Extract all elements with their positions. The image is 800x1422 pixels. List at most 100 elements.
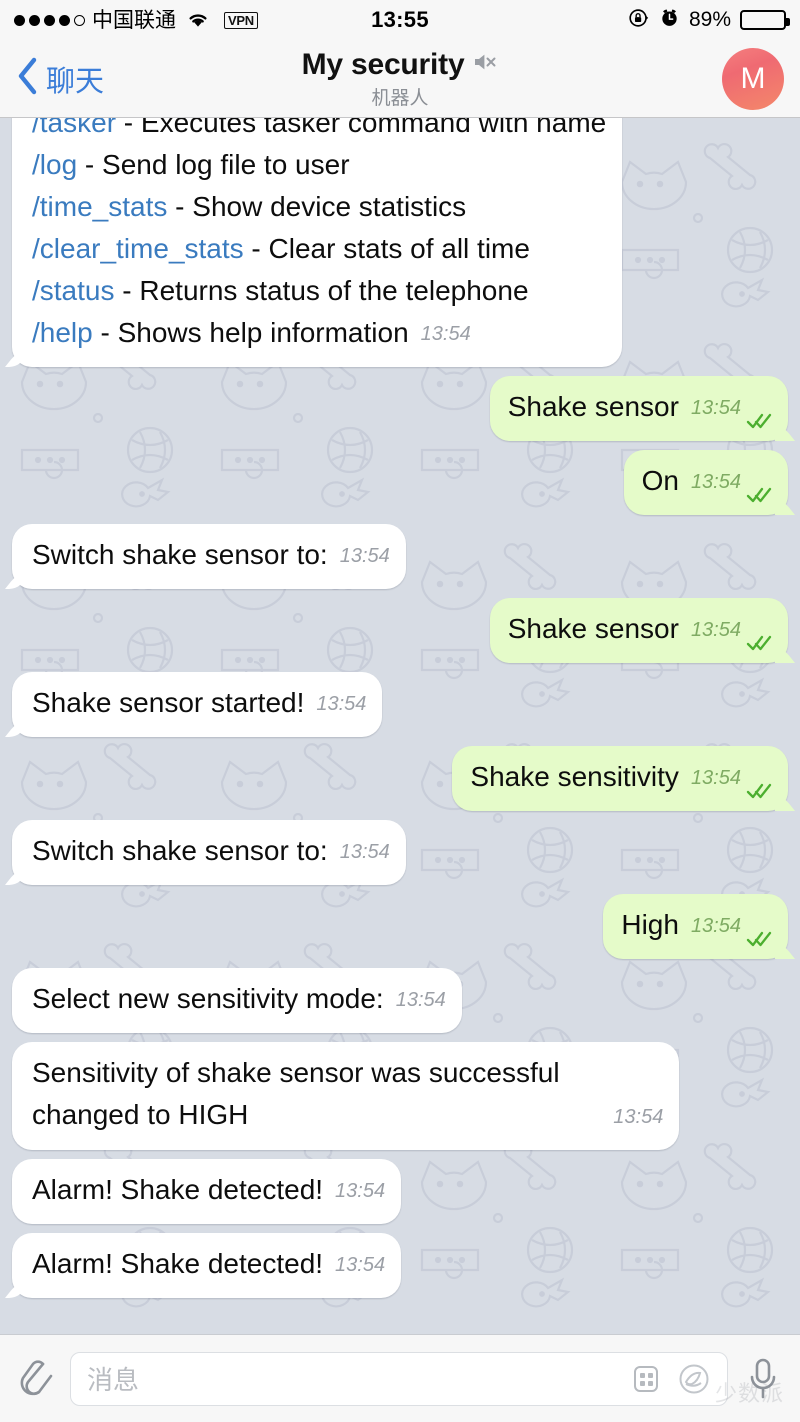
bot-command-desc: - Clear stats of all time <box>243 233 530 264</box>
read-ticks-icon <box>746 476 772 503</box>
message-input-placeholder: 消息 <box>87 1365 140 1395</box>
message-text: High <box>621 909 679 940</box>
telegram-chat-screen: 中国联通 VPN 13:55 89% 聊天 My security 机器人 M … <box>0 0 800 1422</box>
message-meta: 13:54 <box>340 535 390 577</box>
battery-icon <box>740 10 790 30</box>
avatar-initial: M <box>740 61 766 95</box>
message-meta: 13:54 <box>340 831 390 873</box>
incoming-message-bubble[interactable]: Select new sensitivity mode: 13:54 <box>12 968 462 1033</box>
message-meta: 13:54 <box>396 979 446 1021</box>
message-time: 13:54 <box>335 1180 386 1202</box>
message-time: 13:54 <box>395 989 446 1011</box>
message-meta: 13:54 <box>691 387 772 429</box>
bot-command[interactable]: /time_stats <box>32 191 167 222</box>
message-meta: 13:54 <box>691 461 772 503</box>
message-input-bar: 消息 少数派 <box>0 1334 800 1422</box>
message-text: Shake sensor <box>507 391 679 422</box>
outgoing-message-bubble[interactable]: Shake sensor 13:54 <box>489 376 788 441</box>
message-input-field[interactable]: 消息 <box>70 1351 728 1406</box>
alarm-clock-icon <box>659 7 680 33</box>
bot-command[interactable]: /help <box>32 317 93 348</box>
message-row: Switch shake sensor to: 13:54 <box>12 820 788 885</box>
message-row: Alarm! Shake detected! 13:54 <box>12 1233 788 1298</box>
message-row: Switch shake sensor to: 13:54 <box>12 524 788 589</box>
incoming-message-bubble[interactable]: /tasker - Executes tasker command with n… <box>12 118 623 367</box>
incoming-message-bubble[interactable]: Alarm! Shake detected! 13:54 <box>12 1233 402 1298</box>
rotation-lock-icon <box>628 7 650 34</box>
message-meta: 13:54 <box>335 1244 385 1286</box>
outgoing-message-bubble[interactable]: High 13:54 <box>603 894 788 959</box>
battery-percent: 89% <box>688 8 731 31</box>
message-row: Select new sensitivity mode: 13:54 <box>12 968 788 1033</box>
outgoing-message-bubble[interactable]: On 13:54 <box>623 450 788 515</box>
paperclip-icon[interactable] <box>14 1354 58 1404</box>
chat-scroll-area[interactable]: /tasker - Executes tasker command with n… <box>0 118 800 1334</box>
chevron-left-icon <box>16 57 38 100</box>
status-bar: 中国联通 VPN 13:55 89% <box>0 0 800 40</box>
message-text: Shake sensitivity <box>470 761 679 792</box>
message-text: Select new sensitivity mode: <box>32 983 384 1014</box>
bot-command-desc: - Send log file to user <box>77 149 350 180</box>
back-button-label: 聊天 <box>46 65 105 98</box>
message-time: 13:54 <box>690 471 741 493</box>
message-row: /tasker - Executes tasker command with n… <box>12 118 788 367</box>
incoming-message-bubble[interactable]: Alarm! Shake detected! 13:54 <box>12 1159 402 1224</box>
message-time: 13:54 <box>335 1254 386 1276</box>
message-text: Alarm! Shake detected! <box>32 1174 324 1205</box>
bot-command[interactable]: /status <box>32 275 114 306</box>
incoming-message-bubble[interactable]: Sensitivity of shake sensor was successf… <box>12 1042 680 1150</box>
nav-title-block: My security 机器人 <box>0 48 800 110</box>
message-meta: 13:54 <box>691 609 772 651</box>
read-ticks-icon <box>746 402 772 429</box>
outgoing-message-bubble[interactable]: Shake sensitivity 13:54 <box>452 746 788 811</box>
bot-command-desc: - Show device statistics <box>167 191 467 222</box>
message-meta: 13:54 <box>613 1096 663 1138</box>
microphone-icon[interactable] <box>740 1351 786 1407</box>
message-time: 13:54 <box>339 841 390 863</box>
message-row: Shake sensor started! 13:54 <box>12 672 788 737</box>
message-text: Shake sensor started! <box>32 687 305 718</box>
bot-command[interactable]: /clear_time_stats <box>32 233 244 264</box>
page-subtitle: 机器人 <box>371 87 429 109</box>
mute-icon <box>472 50 498 79</box>
status-bar-right: 89% <box>628 7 790 34</box>
nav-bar: 聊天 My security 机器人 M <box>0 40 800 118</box>
message-row: Shake sensor 13:54 <box>12 376 788 441</box>
message-row: Shake sensitivity 13:54 <box>12 746 788 811</box>
bot-command-desc: - Returns status of the telephone <box>114 275 529 306</box>
message-text: Switch shake sensor to: <box>32 835 328 866</box>
message-time: 13:54 <box>690 619 741 641</box>
avatar[interactable]: M <box>722 47 784 110</box>
message-time: 13:54 <box>613 1106 664 1128</box>
message-text: On <box>641 465 679 496</box>
message-text: Switch shake sensor to: <box>32 539 328 570</box>
message-time: 13:54 <box>690 397 741 419</box>
outgoing-message-bubble[interactable]: Shake sensor 13:54 <box>489 598 788 663</box>
message-meta: 13:54 <box>691 757 772 799</box>
message-text: Sensitivity of shake sensor was successf… <box>32 1057 560 1130</box>
incoming-message-bubble[interactable]: Switch shake sensor to: 13:54 <box>12 820 406 885</box>
read-ticks-icon <box>746 920 772 947</box>
bot-command-desc: - Executes tasker command with name <box>116 118 607 138</box>
message-row: On 13:54 <box>12 450 788 515</box>
message-row: Sensitivity of shake sensor was successf… <box>12 1042 788 1150</box>
back-button[interactable]: 聊天 <box>16 57 104 100</box>
message-list: /tasker - Executes tasker command with n… <box>0 118 800 1334</box>
message-row: High 13:54 <box>12 894 788 959</box>
message-meta: 13:54 <box>335 1170 385 1212</box>
message-meta: 13:54 <box>421 313 471 355</box>
message-time: 13:54 <box>690 915 741 937</box>
bot-command[interactable]: /tasker <box>32 118 116 138</box>
message-time: 13:54 <box>690 767 741 789</box>
message-row: Shake sensor 13:54 <box>12 598 788 663</box>
incoming-message-bubble[interactable]: Shake sensor started! 13:54 <box>12 672 383 737</box>
bot-command-desc: - Shows help information <box>92 317 409 348</box>
incoming-message-bubble[interactable]: Switch shake sensor to: 13:54 <box>12 524 406 589</box>
sticker-icon[interactable] <box>675 1360 713 1398</box>
read-ticks-icon <box>746 772 772 799</box>
message-time: 13:54 <box>316 693 367 715</box>
grid-keyboard-icon[interactable] <box>627 1360 665 1398</box>
page-title: My security <box>301 47 465 81</box>
bot-command[interactable]: /log <box>32 149 77 180</box>
message-time: 13:54 <box>339 545 390 567</box>
